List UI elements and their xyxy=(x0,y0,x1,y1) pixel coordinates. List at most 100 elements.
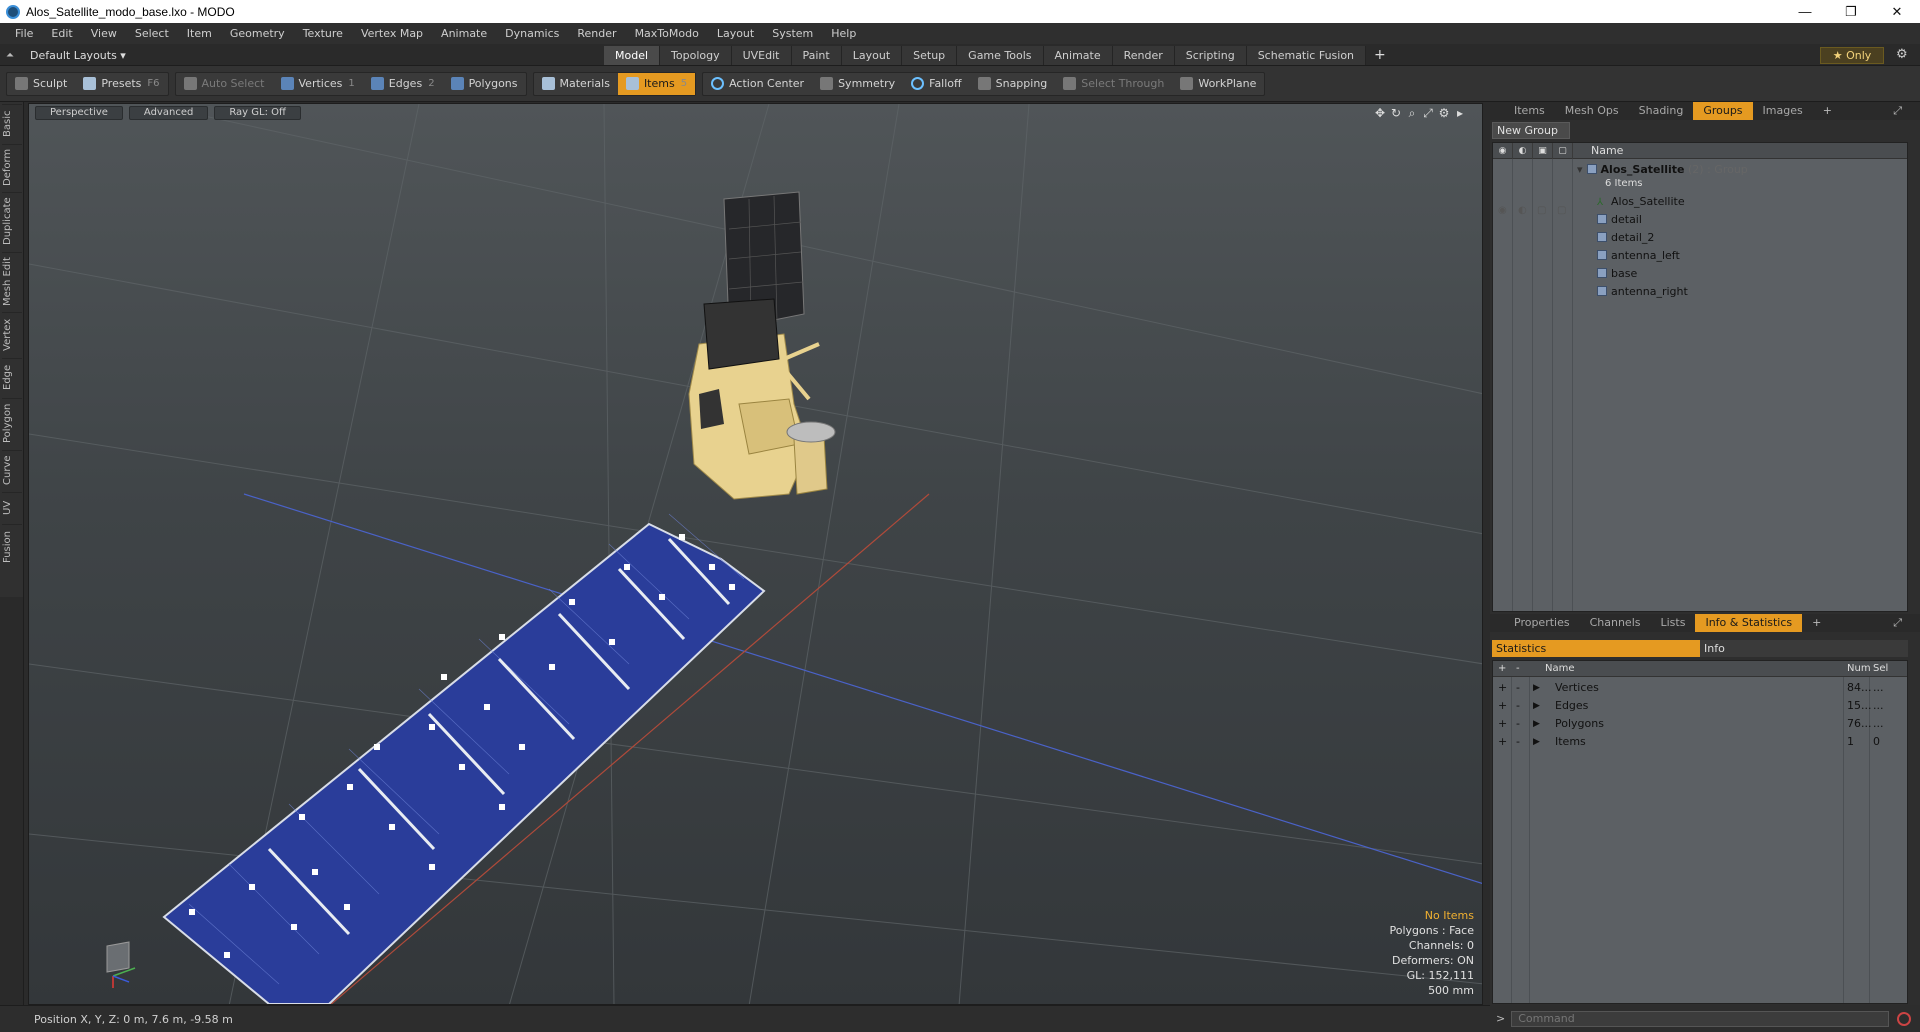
tab-scripting[interactable]: Scripting xyxy=(1174,46,1247,65)
add-panel-tab-button[interactable]: + xyxy=(1813,102,1842,120)
menu-animate[interactable]: Animate xyxy=(432,23,496,44)
tab-animate[interactable]: Animate xyxy=(1043,46,1113,65)
tab-polygon[interactable]: Polygon xyxy=(2,398,22,448)
group-visibility-icon[interactable]: ◉ xyxy=(1498,205,1507,216)
tab-paint[interactable]: Paint xyxy=(791,46,842,65)
expand-row-icon[interactable]: ▶ xyxy=(1533,679,1540,697)
tab-setup[interactable]: Setup xyxy=(902,46,958,65)
menu-geometry[interactable]: Geometry xyxy=(221,23,294,44)
subtab-info[interactable]: Info xyxy=(1700,640,1908,657)
remove-all-icon[interactable]: - xyxy=(1516,661,1520,677)
tree-item-antenna-right[interactable]: antenna_right xyxy=(1577,283,1903,301)
zoom-icon[interactable]: ⌕ xyxy=(1404,106,1420,121)
tab-images[interactable]: Images xyxy=(1753,102,1813,120)
tree-item-detail-2[interactable]: detail_2 xyxy=(1577,229,1903,247)
menu-edit[interactable]: Edit xyxy=(42,23,81,44)
menu-view[interactable]: View xyxy=(82,23,126,44)
add-icon[interactable]: + xyxy=(1498,679,1507,697)
tab-topology[interactable]: Topology xyxy=(660,46,732,65)
select-column-icon[interactable]: ▢ xyxy=(1553,143,1573,159)
tab-shading[interactable]: Shading xyxy=(1629,102,1694,120)
tab-game-tools[interactable]: Game Tools xyxy=(957,46,1044,65)
auto-select-button[interactable]: Auto Select xyxy=(176,73,273,95)
add-tab-button[interactable]: + xyxy=(1366,46,1394,65)
command-input[interactable] xyxy=(1511,1010,1890,1027)
vertices-button[interactable]: Vertices 1 xyxy=(273,73,363,95)
tab-uv[interactable]: UV xyxy=(2,492,22,522)
tree-item-antenna-left[interactable]: antenna_left xyxy=(1577,247,1903,265)
tab-channels[interactable]: Channels xyxy=(1580,614,1651,632)
expand-panel-icon[interactable]: ⤢ xyxy=(1893,104,1902,118)
menu-texture[interactable]: Texture xyxy=(294,23,352,44)
viewport-menu-icon[interactable]: ▸ xyxy=(1452,106,1468,121)
tree-item-alos-satellite[interactable]: ⅄ Alos_Satellite xyxy=(1577,193,1903,211)
add-stats-tab-button[interactable]: + xyxy=(1802,614,1831,632)
rotate-icon[interactable]: ↻ xyxy=(1388,106,1404,121)
menu-help[interactable]: Help xyxy=(822,23,865,44)
viewport-3d[interactable]: Perspective Advanced Ray GL: Off ✥ ↻ ⌕ ⤢… xyxy=(28,103,1483,1005)
edges-button[interactable]: Edges 2 xyxy=(363,73,443,95)
table-row[interactable]: + - ▶ Items 1 0 xyxy=(1493,733,1907,751)
tab-duplicate[interactable]: Duplicate xyxy=(2,192,22,250)
tab-fusion[interactable]: Fusion xyxy=(2,524,22,570)
tab-groups[interactable]: Groups xyxy=(1693,102,1753,120)
maximize-button[interactable]: ❐ xyxy=(1828,0,1874,23)
render-column-icon[interactable]: ◐ xyxy=(1513,143,1533,159)
tree-item-detail[interactable]: detail xyxy=(1577,211,1903,229)
tab-info-statistics[interactable]: Info & Statistics xyxy=(1695,614,1803,632)
shading-mode-button[interactable]: Advanced xyxy=(128,106,209,120)
tab-render[interactable]: Render xyxy=(1112,46,1175,65)
falloff-button[interactable]: Falloff xyxy=(903,73,969,95)
tab-uvedit[interactable]: UVEdit xyxy=(731,46,792,65)
snapping-button[interactable]: Snapping xyxy=(970,73,1056,95)
tab-basic[interactable]: Basic xyxy=(2,104,22,142)
remove-icon[interactable]: - xyxy=(1516,715,1520,733)
group-lock-icon[interactable]: ▢ xyxy=(1537,205,1546,216)
menu-select[interactable]: Select xyxy=(126,23,178,44)
menu-render[interactable]: Render xyxy=(568,23,625,44)
menu-item[interactable]: Item xyxy=(178,23,221,44)
record-macro-icon[interactable] xyxy=(1897,1011,1912,1026)
menu-maxtomodo[interactable]: MaxToModo xyxy=(626,23,708,44)
visibility-column-icon[interactable]: ◉ xyxy=(1493,143,1513,159)
tab-schematic-fusion[interactable]: Schematic Fusion xyxy=(1246,46,1367,65)
expand-row-icon[interactable]: ▶ xyxy=(1533,733,1540,751)
tab-properties[interactable]: Properties xyxy=(1504,614,1580,632)
menu-vertex-map[interactable]: Vertex Map xyxy=(352,23,432,44)
menu-file[interactable]: File xyxy=(6,23,42,44)
menu-system[interactable]: System xyxy=(763,23,822,44)
minimize-button[interactable]: — xyxy=(1782,0,1828,23)
tab-deform[interactable]: Deform xyxy=(2,144,22,190)
expand-row-icon[interactable]: ▶ xyxy=(1533,697,1540,715)
polygons-button[interactable]: Polygons xyxy=(443,73,526,95)
view-type-button[interactable]: Perspective xyxy=(35,106,123,120)
workplane-button[interactable]: WorkPlane xyxy=(1172,73,1264,95)
presets-button[interactable]: Presets F6 xyxy=(75,73,167,95)
action-center-button[interactable]: Action Center xyxy=(703,73,812,95)
tab-layout[interactable]: Layout xyxy=(841,46,903,65)
add-icon[interactable]: + xyxy=(1498,733,1507,751)
tree-item-base[interactable]: base xyxy=(1577,265,1903,283)
close-button[interactable]: ✕ xyxy=(1874,0,1920,23)
gear-icon[interactable]: ⚙ xyxy=(1896,47,1908,62)
sculpt-button[interactable]: Sculpt xyxy=(7,73,75,95)
items-button[interactable]: Items 5 xyxy=(617,72,696,95)
add-icon[interactable]: + xyxy=(1498,697,1507,715)
add-all-icon[interactable]: + xyxy=(1498,661,1506,677)
select-through-button[interactable]: Select Through xyxy=(1055,73,1172,95)
fit-icon[interactable]: ⤢ xyxy=(1420,106,1436,121)
viewport-gear-icon[interactable]: ⚙ xyxy=(1436,106,1452,121)
group-select-icon[interactable]: ▢ xyxy=(1557,205,1566,216)
table-row[interactable]: + - ▶ Vertices 84...... xyxy=(1493,679,1907,697)
raygl-button[interactable]: Ray GL: Off xyxy=(214,106,301,120)
materials-button[interactable]: Materials xyxy=(534,73,618,95)
tab-vertex[interactable]: Vertex xyxy=(2,312,22,356)
table-row[interactable]: + - ▶ Edges 15...... xyxy=(1493,697,1907,715)
subtab-statistics[interactable]: Statistics xyxy=(1492,640,1700,657)
menu-dynamics[interactable]: Dynamics xyxy=(496,23,568,44)
new-group-button[interactable]: New Group xyxy=(1492,122,1570,139)
tab-edge[interactable]: Edge xyxy=(2,358,22,396)
tab-lists[interactable]: Lists xyxy=(1651,614,1696,632)
symmetry-button[interactable]: Symmetry xyxy=(812,73,903,95)
group-render-icon[interactable]: ◐ xyxy=(1518,205,1527,216)
